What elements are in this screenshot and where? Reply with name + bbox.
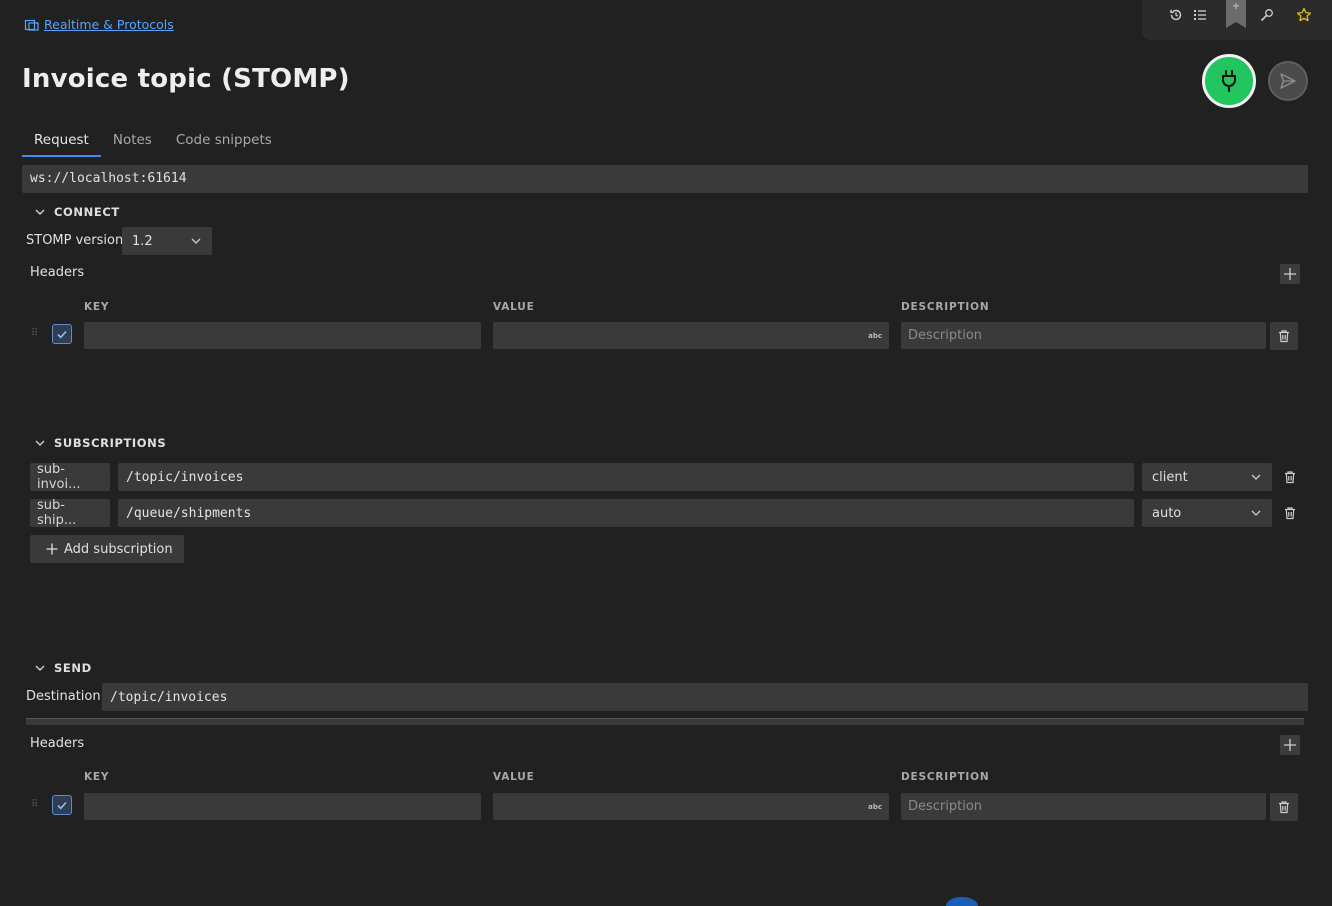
connect-headers-label: Headers — [30, 265, 85, 280]
message-body-editor[interactable] — [26, 718, 1304, 725]
destination-input[interactable]: /topic/invoices — [102, 683, 1308, 711]
list-icon[interactable] — [1190, 5, 1210, 25]
send-button[interactable] — [1268, 61, 1308, 101]
collection-icon — [24, 18, 40, 32]
send-key-column-header: KEY — [84, 771, 110, 783]
subscription-destination-input[interactable]: /topic/invoices — [118, 463, 1134, 491]
plus-icon — [46, 543, 58, 555]
star-icon[interactable] — [1294, 5, 1314, 25]
svg-text:+: + — [1232, 1, 1240, 12]
send-section-toggle[interactable]: SEND — [34, 661, 92, 675]
connect-header-description-input[interactable]: Description — [901, 322, 1266, 349]
breadcrumb: Realtime & Protocols — [24, 17, 174, 32]
subscription-ack-select[interactable]: client — [1142, 463, 1272, 491]
connect-description-column-header: DESCRIPTION — [901, 301, 990, 313]
connect-button[interactable] — [1202, 54, 1256, 108]
breadcrumb-link[interactable]: Realtime & Protocols — [44, 17, 174, 32]
text-type-badge: abc — [868, 802, 882, 811]
delete-subscription-button[interactable] — [1280, 502, 1300, 524]
connect-header-value-input[interactable]: abc — [493, 322, 889, 349]
subscription-ack-value: auto — [1152, 505, 1182, 521]
stomp-version-label: STOMP version: — [26, 233, 128, 248]
send-header-key-input[interactable] — [84, 793, 481, 820]
send-header-description-input[interactable]: Description — [901, 793, 1266, 820]
tab-request[interactable]: Request — [22, 126, 101, 157]
chevron-down-icon — [34, 662, 46, 674]
delete-send-header-button[interactable] — [1270, 793, 1298, 821]
connect-header-key-input[interactable] — [84, 322, 481, 349]
add-subscription-button[interactable]: Add subscription — [30, 535, 184, 563]
check-icon — [56, 799, 68, 811]
request-tabs: Request Notes Code snippets — [22, 126, 284, 157]
subscription-id-field[interactable]: sub-ship... — [30, 498, 110, 528]
add-subscription-label: Add subscription — [64, 541, 173, 557]
chevron-down-icon — [1250, 471, 1262, 483]
add-connect-header-button[interactable] — [1280, 264, 1300, 284]
check-icon — [56, 328, 68, 340]
drag-handle-icon[interactable]: ⠿ — [31, 328, 38, 339]
request-toolbar: + — [1142, 0, 1332, 40]
send-description-column-header: DESCRIPTION — [901, 771, 990, 783]
connect-section-toggle[interactable]: CONNECT — [34, 205, 120, 219]
delete-subscription-button[interactable] — [1280, 466, 1300, 488]
plus-icon — [1283, 738, 1297, 752]
chevron-down-icon — [1250, 507, 1262, 519]
connect-section-title: CONNECT — [54, 205, 120, 219]
connect-value-column-header: VALUE — [493, 301, 535, 313]
trash-icon — [1277, 800, 1291, 814]
delete-connect-header-button[interactable] — [1270, 322, 1298, 350]
tab-notes[interactable]: Notes — [101, 126, 164, 157]
send-icon — [1279, 72, 1297, 90]
trash-icon — [1283, 506, 1297, 520]
page-title: Invoice topic (STOMP) — [22, 64, 350, 94]
send-section-title: SEND — [54, 661, 92, 675]
url-input[interactable]: ws://localhost:61614 — [22, 165, 1308, 193]
subscription-ack-value: client — [1152, 469, 1188, 485]
trash-icon — [1283, 470, 1297, 484]
connect-key-column-header: KEY — [84, 301, 110, 313]
plus-icon — [1283, 267, 1297, 281]
subscription-ack-select[interactable]: auto — [1142, 499, 1272, 527]
chevron-down-icon — [190, 235, 202, 247]
subscription-id-field[interactable]: sub-invoi... — [30, 462, 110, 492]
tab-code-snippets[interactable]: Code snippets — [164, 126, 284, 157]
text-type-badge: abc — [868, 331, 882, 340]
trash-icon — [1277, 329, 1291, 343]
drag-handle-icon[interactable]: ⠿ — [31, 799, 38, 810]
send-headers-label: Headers — [30, 736, 85, 751]
plug-icon — [1220, 69, 1238, 93]
destination-label: Destination: — [26, 689, 105, 704]
stomp-version-select[interactable]: 1.2 — [122, 227, 212, 255]
add-send-header-button[interactable] — [1280, 735, 1300, 755]
subscription-destination-input[interactable]: /queue/shipments — [118, 499, 1134, 527]
chevron-down-icon — [34, 437, 46, 449]
chevron-down-icon — [34, 206, 46, 218]
history-icon[interactable] — [1166, 5, 1186, 25]
wrench-icon[interactable] — [1257, 5, 1277, 25]
subscriptions-section-title: SUBSCRIPTIONS — [54, 436, 167, 450]
subscriptions-section-toggle[interactable]: SUBSCRIPTIONS — [34, 436, 166, 450]
connect-header-enabled-checkbox[interactable] — [52, 324, 72, 344]
stomp-version-value: 1.2 — [132, 233, 153, 249]
bookmark-icon[interactable]: + — [1226, 0, 1246, 28]
send-value-column-header: VALUE — [493, 771, 535, 783]
scroll-indicator[interactable] — [946, 897, 978, 906]
send-header-enabled-checkbox[interactable] — [52, 795, 72, 815]
send-header-value-input[interactable]: abc — [493, 793, 889, 820]
